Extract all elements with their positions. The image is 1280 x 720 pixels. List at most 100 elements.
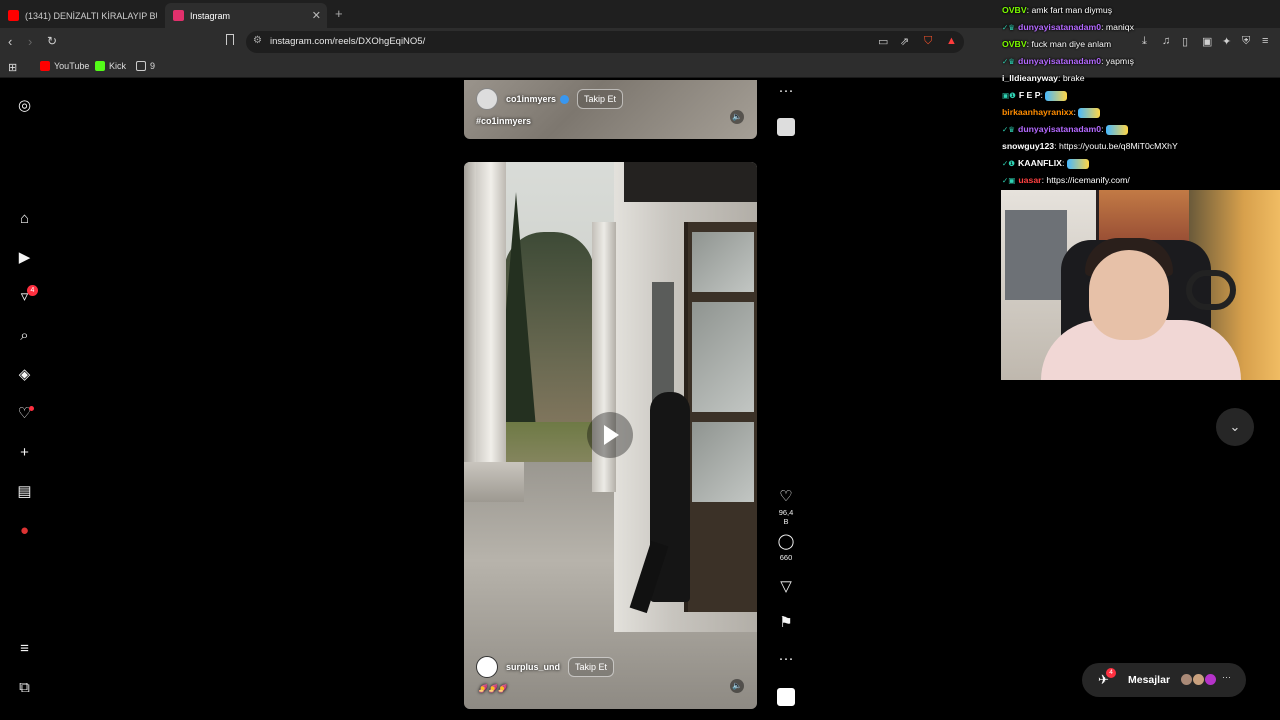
also-from-meta-icon[interactable]: ⧉ xyxy=(16,679,33,696)
messages-badge: 4 xyxy=(1106,668,1116,678)
forward-icon[interactable]: › xyxy=(28,34,32,49)
avatar xyxy=(1204,673,1217,686)
kick-icon xyxy=(95,61,105,71)
bookmark-label: YouTube xyxy=(54,61,90,71)
send-icon[interactable]: ▽ xyxy=(776,578,796,596)
search-icon[interactable]: ⌕ xyxy=(16,327,33,344)
profile-avatar-icon[interactable]: ● xyxy=(16,522,33,539)
bookmark-kick[interactable]: Kick xyxy=(95,61,126,71)
chat-text: brake xyxy=(1062,73,1085,83)
reel-caption[interactable]: 🍠🍠🍠 xyxy=(478,684,508,693)
heart-icon[interactable]: ♡ xyxy=(776,488,796,506)
chat-emote-icon xyxy=(1066,158,1089,169)
chat-emote-icon xyxy=(1078,107,1101,118)
bookmark-page-icon[interactable] xyxy=(226,34,234,45)
more-options[interactable]: ··· xyxy=(776,650,796,668)
chevron-down-icon: ⌄ xyxy=(1229,419,1241,434)
follow-button[interactable]: Takip Et xyxy=(568,657,615,677)
chat-message: ✓▣ uasar: https://icemanify.com/ xyxy=(1002,173,1280,190)
save-action[interactable]: ⚑ xyxy=(776,614,796,632)
url-bar[interactable]: ⚙ instagram.com/reels/DXOhgEqiNO5/ xyxy=(246,31,964,53)
chat-username: i_lldieanyway xyxy=(1002,73,1059,83)
cast-icon[interactable]: ▭ xyxy=(878,35,888,48)
close-tab-icon[interactable]: ✕ xyxy=(312,9,321,22)
chat-badges-icon: ✓♛ xyxy=(1002,23,1016,32)
more-menu-icon[interactable]: ≡ xyxy=(16,640,33,657)
play-button[interactable] xyxy=(587,412,633,458)
home-icon[interactable]: ⌂ xyxy=(16,210,33,227)
new-tab-button[interactable]: + xyxy=(335,6,343,21)
bookmark-icon[interactable]: ⚑ xyxy=(776,614,796,632)
tab-label: Instagram xyxy=(190,10,231,21)
reel-current[interactable]: surplus_und Takip Et 🍠🍠🍠 🔈 xyxy=(464,162,757,709)
video-door-pane xyxy=(692,422,754,502)
more-options-top[interactable]: ··· xyxy=(776,82,796,100)
chat-badges-icon: ✓♛ xyxy=(1002,57,1016,66)
reload-icon[interactable]: ↻ xyxy=(47,34,57,48)
avatar[interactable] xyxy=(476,656,498,678)
video-column xyxy=(464,162,476,502)
reels-icon[interactable]: ▶ xyxy=(16,249,33,266)
chat-username: dunyayisatanadam0 xyxy=(1018,22,1102,32)
avatar[interactable] xyxy=(476,88,498,110)
chat-badges-icon: ✓❶ xyxy=(1002,159,1016,168)
youtube-icon xyxy=(40,61,50,71)
chat-username: dunyayisatanadam0 xyxy=(1018,56,1102,66)
reel-username[interactable]: co1inmyers xyxy=(506,94,556,104)
video-steps xyxy=(464,462,524,502)
rewards-icon[interactable]: ▲ xyxy=(946,35,957,47)
tab-instagram[interactable]: Instagram ✕ xyxy=(165,3,327,28)
chat-username: dunyayisatanadam0 xyxy=(1018,124,1102,134)
chat-message: ✓♛ dunyayisatanadam0: xyxy=(1002,122,1280,139)
chat-username: KAANFLIX xyxy=(1018,158,1062,168)
chat-username: uasar xyxy=(1018,175,1042,185)
comment-icon[interactable]: ◯ xyxy=(776,533,796,551)
chat-text: https://icemanify.com/ xyxy=(1046,175,1130,185)
create-icon[interactable]: + xyxy=(16,444,33,461)
comment-action[interactable]: ◯ 660 xyxy=(776,533,796,562)
reel-header: surplus_und Takip Et xyxy=(476,656,615,678)
chat-message: ✓♛ dunyayisatanadam0: maniqx xyxy=(1002,20,1280,37)
instagram-favicon-icon xyxy=(173,10,184,21)
notification-badge: 4 xyxy=(27,285,38,296)
bookmark-label: 9 xyxy=(150,61,156,71)
apps-grid-icon[interactable]: ⊞ xyxy=(8,61,17,74)
chat-message: i_lldieanyway: brake xyxy=(1002,71,1280,88)
site-info-icon[interactable]: ⚙ xyxy=(253,35,262,46)
chat-text: yapmış xyxy=(1105,56,1134,66)
audio-thumbnail[interactable] xyxy=(777,118,795,136)
share-icon[interactable]: ⇗ xyxy=(900,35,909,48)
bookmark-folder[interactable]: 9 xyxy=(136,61,155,71)
share-action[interactable]: ▽ xyxy=(776,578,796,596)
chat-text: amk fart man diymuş xyxy=(1031,5,1113,15)
brave-shield-icon[interactable]: ⛉ xyxy=(924,35,932,48)
audio-thumbnail[interactable] xyxy=(777,688,795,706)
dashboard-icon[interactable]: ▤ xyxy=(16,483,33,500)
instagram-logo-icon[interactable]: ◎ xyxy=(16,97,33,114)
activity-dot xyxy=(29,406,34,411)
chat-badges-icon: ✓♛ xyxy=(1002,125,1016,134)
chat-message: OVBV: fuck man diye anlam xyxy=(1002,37,1280,54)
chat-username: snowguy123 xyxy=(1002,141,1055,151)
next-reel-button[interactable]: ⌄ xyxy=(1216,408,1254,446)
back-icon[interactable]: ‹ xyxy=(8,34,12,49)
chat-message: snowguy123: https://youtu.be/q8MiT0cMXhY xyxy=(1002,139,1280,156)
follow-button[interactable]: Takip Et xyxy=(577,89,624,109)
audio-icon[interactable]: 🔈 xyxy=(730,679,744,693)
audio-icon[interactable]: 🔈 xyxy=(730,110,744,124)
webcam-headphones xyxy=(1186,270,1236,310)
bookmark-youtube[interactable]: YouTube xyxy=(40,61,89,71)
reel-username[interactable]: surplus_und xyxy=(506,662,560,672)
tab-youtube[interactable]: (1341) DENİZALTI KİRALAYIP BUZUL xyxy=(0,3,165,28)
chat-text: maniqx xyxy=(1105,22,1134,32)
more-icon[interactable]: ··· xyxy=(1222,672,1231,682)
explore-icon[interactable]: ◈ xyxy=(16,366,33,383)
reel-previous[interactable]: co1inmyers Takip Et #co1inmyers 🔈 xyxy=(464,80,757,139)
reel-caption[interactable]: #co1inmyers xyxy=(476,116,531,126)
video-column xyxy=(476,162,506,492)
more-icon[interactable]: ··· xyxy=(776,650,796,668)
like-count: 96,4 B xyxy=(778,508,794,526)
video-shadow xyxy=(624,162,757,202)
like-action[interactable]: ♡ 96,4 B xyxy=(776,488,796,526)
messages-button[interactable]: ✈ 4 Mesajlar ··· xyxy=(1082,663,1246,697)
